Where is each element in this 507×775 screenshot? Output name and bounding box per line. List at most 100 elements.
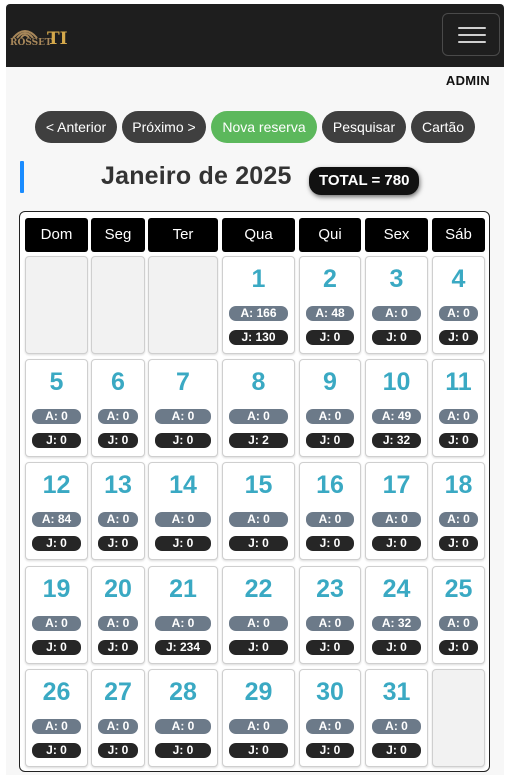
day-cell[interactable]: 27 A: 0 J: 0 — [91, 669, 145, 767]
day-number: 26 — [42, 678, 71, 706]
day-cell[interactable]: 25 A: 0 J: 0 — [432, 566, 485, 664]
day-cell[interactable]: 23 A: 0 J: 0 — [299, 566, 361, 664]
a-count-badge: A: 0 — [155, 409, 211, 424]
day-cell[interactable]: 17 A: 0 J: 0 — [365, 462, 428, 560]
previous-month-button[interactable]: < Anterior — [35, 111, 117, 143]
day-cell[interactable]: 11 A: 0 J: 0 — [432, 359, 485, 457]
j-count-badge: J: 0 — [439, 433, 478, 448]
day-number: 4 — [451, 265, 466, 293]
day-cell[interactable]: 12 A: 84 J: 0 — [25, 462, 88, 560]
calendar-grid: Dom Seg Ter Qua Qui Sex Sáb 1 A: 166 J: 130 2 A: 48… — [19, 211, 490, 772]
day-cell[interactable]: 26 A: 0 J: 0 — [25, 669, 88, 767]
weekday-header: Sex — [365, 218, 428, 252]
a-count-badge: A: 0 — [229, 719, 288, 734]
j-count-badge: J: 0 — [155, 433, 211, 448]
j-count-badge: J: 0 — [98, 743, 138, 758]
j-count-badge: J: 2 — [229, 433, 288, 448]
a-count-badge: A: 0 — [306, 719, 354, 734]
empty-day-cell — [148, 256, 218, 354]
card-button[interactable]: Cartão — [411, 111, 475, 143]
day-number: 23 — [316, 575, 344, 603]
day-number: 31 — [382, 678, 411, 706]
logo[interactable]: ROSSET TI — [8, 26, 72, 54]
j-count-badge: J: 0 — [439, 640, 478, 655]
day-cell[interactable]: 30 A: 0 J: 0 — [299, 669, 361, 767]
month-title: Janeiro de 2025 — [101, 162, 292, 190]
hamburger-menu-icon — [458, 27, 486, 29]
day-number: 15 — [244, 471, 273, 499]
day-cell[interactable]: 21 A: 0 J: 234 — [148, 566, 218, 664]
j-count-badge: J: 0 — [306, 640, 354, 655]
j-count-badge: J: 0 — [372, 536, 421, 551]
weekday-header: Ter — [148, 218, 218, 252]
j-count-badge: J: 0 — [372, 640, 421, 655]
a-count-badge: A: 0 — [229, 409, 288, 424]
day-number: 3 — [389, 265, 404, 293]
logo-mark: TI — [47, 29, 68, 49]
day-cell[interactable]: 10 A: 49 J: 32 — [365, 359, 428, 457]
day-cell[interactable]: 2 A: 48 J: 0 — [299, 256, 361, 354]
weekday-header: Dom — [25, 218, 88, 252]
day-cell[interactable]: 24 A: 32 J: 0 — [365, 566, 428, 664]
j-count-badge: J: 32 — [372, 433, 421, 448]
day-number: 24 — [382, 575, 411, 603]
a-count-badge: A: 0 — [229, 616, 288, 631]
day-cell[interactable]: 28 A: 0 J: 0 — [148, 669, 218, 767]
day-cell[interactable]: 29 A: 0 J: 0 — [222, 669, 295, 767]
day-cell[interactable]: 13 A: 0 J: 0 — [91, 462, 145, 560]
menu-toggle-button[interactable] — [442, 13, 500, 56]
search-button[interactable]: Pesquisar — [322, 111, 406, 143]
j-count-badge: J: 0 — [372, 330, 421, 345]
day-number: 29 — [244, 678, 273, 706]
day-number: 19 — [42, 575, 71, 603]
a-count-badge: A: 0 — [98, 409, 138, 424]
day-number: 20 — [104, 575, 132, 603]
j-count-badge: J: 0 — [229, 536, 288, 551]
empty-day-cell — [25, 256, 88, 354]
j-count-badge: J: 234 — [155, 640, 211, 655]
day-cell[interactable]: 19 A: 0 J: 0 — [25, 566, 88, 664]
day-number: 17 — [382, 471, 411, 499]
day-number: 28 — [169, 678, 197, 706]
j-count-badge: J: 0 — [439, 536, 478, 551]
day-number: 27 — [104, 678, 132, 706]
a-count-badge: A: 49 — [372, 409, 421, 424]
day-cell[interactable]: 4 A: 0 J: 0 — [432, 256, 485, 354]
a-count-badge: A: 0 — [98, 512, 138, 527]
j-count-badge: J: 0 — [155, 536, 211, 551]
day-cell[interactable]: 8 A: 0 J: 2 — [222, 359, 295, 457]
j-count-badge: J: 0 — [98, 433, 138, 448]
page: ROSSET TI ADMIN < Anterior Próximo > Nov… — [6, 4, 504, 775]
j-count-badge: J: 0 — [306, 433, 354, 448]
day-cell[interactable]: 15 A: 0 J: 0 — [222, 462, 295, 560]
day-cell[interactable]: 18 A: 0 J: 0 — [432, 462, 485, 560]
day-number: 10 — [382, 368, 411, 396]
weekday-header: Qui — [299, 218, 361, 252]
day-cell[interactable]: 6 A: 0 J: 0 — [91, 359, 145, 457]
day-cell[interactable]: 22 A: 0 J: 0 — [222, 566, 295, 664]
j-count-badge: J: 0 — [306, 330, 354, 345]
new-reservation-button[interactable]: Nova reserva — [211, 111, 317, 143]
day-cell[interactable]: 16 A: 0 J: 0 — [299, 462, 361, 560]
j-count-badge: J: 0 — [98, 640, 138, 655]
day-cell[interactable]: 7 A: 0 J: 0 — [148, 359, 218, 457]
day-cell[interactable]: 5 A: 0 J: 0 — [25, 359, 88, 457]
j-count-badge: J: 0 — [155, 743, 211, 758]
day-number: 11 — [445, 368, 472, 396]
user-role-label[interactable]: ADMIN — [446, 73, 490, 88]
day-cell[interactable]: 9 A: 0 J: 0 — [299, 359, 361, 457]
day-cell[interactable]: 3 A: 0 J: 0 — [365, 256, 428, 354]
day-cell[interactable]: 14 A: 0 J: 0 — [148, 462, 218, 560]
day-number: 7 — [176, 368, 190, 396]
day-cell[interactable]: 31 A: 0 J: 0 — [365, 669, 428, 767]
j-count-badge: J: 0 — [32, 640, 81, 655]
j-count-badge: J: 130 — [229, 330, 288, 345]
next-month-button[interactable]: Próximo > — [122, 111, 206, 143]
a-count-badge: A: 0 — [306, 512, 354, 527]
j-count-badge: J: 0 — [306, 536, 354, 551]
day-cell[interactable]: 20 A: 0 J: 0 — [91, 566, 145, 664]
a-count-badge: A: 0 — [439, 409, 478, 424]
a-count-badge: A: 0 — [439, 512, 478, 527]
logo-text: ROSSET — [10, 38, 52, 48]
day-cell[interactable]: 1 A: 166 J: 130 — [222, 256, 295, 354]
